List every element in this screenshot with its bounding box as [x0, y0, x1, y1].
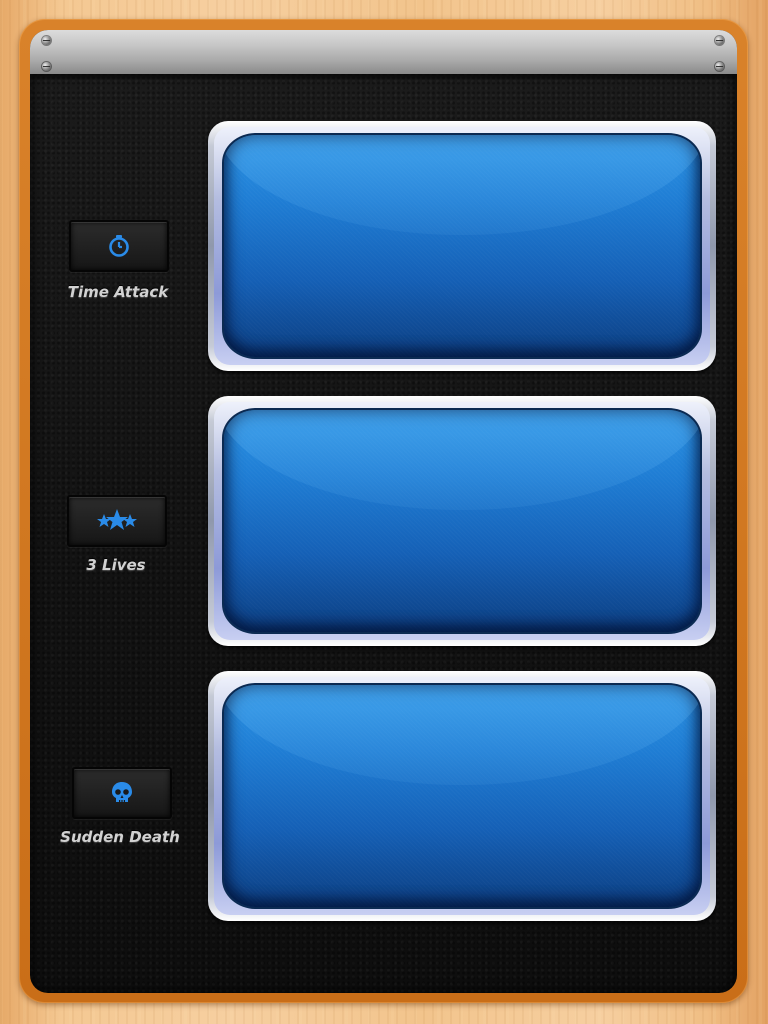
screw-icon	[715, 36, 724, 45]
time-attack-tile[interactable]	[208, 121, 716, 371]
skull-icon	[112, 782, 132, 802]
screw-icon	[42, 62, 51, 71]
three-lives-mode-button[interactable]	[67, 495, 167, 547]
sudden-death-label: Sudden Death	[60, 828, 180, 846]
metal-header-bar	[30, 30, 737, 74]
time-attack-mode-button[interactable]	[69, 220, 169, 272]
screw-icon	[715, 62, 724, 71]
three-lives-tile[interactable]	[208, 396, 716, 646]
time-attack-label: Time Attack	[67, 283, 169, 301]
tile-screen	[222, 408, 702, 634]
three-stars-icon	[97, 509, 137, 530]
stopwatch-icon	[109, 235, 129, 257]
tile-screen	[222, 683, 702, 909]
sudden-death-tile[interactable]	[208, 671, 716, 921]
three-lives-label: 3 Lives	[86, 556, 146, 574]
tile-screen	[222, 133, 702, 359]
screw-icon	[42, 36, 51, 45]
sudden-death-mode-button[interactable]	[72, 767, 172, 819]
